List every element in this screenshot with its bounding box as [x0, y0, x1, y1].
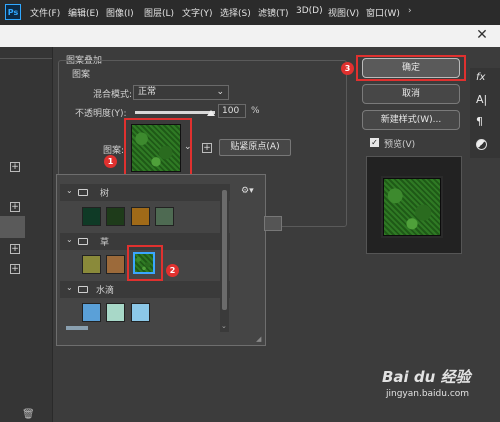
opacity-input[interactable]: 100 — [218, 104, 246, 118]
add-style-icon[interactable]: + — [10, 264, 20, 274]
new-style-button[interactable]: 新建样式(W)... — [362, 110, 460, 130]
popup-side-button[interactable] — [264, 216, 282, 231]
chevron-down-icon: ⌄ — [66, 186, 73, 195]
settings-gear-icon[interactable]: ⚙▾ — [241, 186, 254, 196]
menu-file[interactable]: 文件(F) — [30, 6, 60, 19]
pattern-thumbnail[interactable] — [106, 255, 125, 274]
pattern-thumbnail[interactable] — [82, 303, 101, 322]
scroll-down-icon[interactable]: ⌄ — [221, 322, 227, 330]
step-badge-3: 3 — [341, 62, 354, 75]
pattern-thumbnail[interactable] — [82, 207, 101, 226]
menu-edit[interactable]: 编辑(E) — [68, 6, 99, 19]
group-title: 图案 — [72, 70, 91, 80]
menu-select[interactable]: 选择(S) — [220, 6, 251, 19]
pattern-thumbnail-selected[interactable] — [133, 252, 155, 274]
opacity-slider-handle[interactable] — [207, 110, 215, 116]
blend-mode-select[interactable]: 正常 ⌄ — [133, 85, 229, 100]
fx-icon[interactable]: fx — [476, 72, 485, 83]
pattern-thumbnail[interactable] — [82, 255, 101, 274]
chevron-down-icon: ⌄ — [66, 235, 73, 244]
menu-image[interactable]: 图像(I) — [106, 6, 134, 19]
add-style-icon[interactable]: + — [10, 244, 20, 254]
close-icon[interactable]: ✕ — [474, 27, 490, 43]
photoshop-logo: Ps — [5, 4, 21, 20]
pattern-group-name: 树 — [100, 189, 110, 199]
opacity-label: 不透明度(Y): — [75, 109, 127, 119]
new-preset-icon[interactable]: + — [202, 143, 212, 153]
preview-swatch — [383, 178, 441, 236]
resize-grip-icon[interactable]: ◢ — [256, 335, 261, 343]
pattern-group-name: 草 — [100, 238, 110, 248]
menu-3d[interactable]: 3D(D) — [296, 6, 323, 16]
pattern-swatch[interactable] — [131, 124, 181, 172]
trash-icon[interactable]: 🗑 — [22, 409, 35, 420]
preview-checkbox[interactable]: ✓ — [370, 138, 379, 147]
menu-overflow-chevron-icon[interactable]: › — [408, 6, 412, 16]
pattern-thumbnail-partial[interactable] — [66, 326, 88, 330]
preview-label: 预览(V) — [384, 140, 416, 150]
opacity-slider-track[interactable] — [135, 111, 215, 114]
blend-mode-value: 正常 — [138, 87, 157, 97]
cancel-button[interactable]: 取消 — [362, 84, 460, 104]
adjustments-icon[interactable] — [476, 139, 487, 150]
step-badge-1: 1 — [104, 155, 117, 168]
selected-style-item[interactable] — [0, 216, 25, 238]
pattern-thumbnail[interactable] — [131, 207, 150, 226]
pattern-thumbnail[interactable] — [106, 303, 125, 322]
blend-mode-label: 混合模式: — [93, 90, 133, 100]
menu-window[interactable]: 窗口(W) — [366, 6, 400, 19]
ok-button[interactable]: 确定 — [362, 58, 460, 78]
chevron-down-icon: ⌄ — [66, 283, 73, 292]
menu-layer[interactable]: 图层(L) — [144, 6, 174, 19]
opacity-unit: % — [251, 106, 260, 116]
menu-filter[interactable]: 滤镜(T) — [258, 6, 289, 19]
watermark: Bai du 经验 jingyan.baidu.com — [382, 366, 471, 399]
watermark-brand: Bai du 经验 — [382, 368, 471, 386]
pattern-thumbnail[interactable] — [155, 207, 174, 226]
pattern-group-name: 水滴 — [96, 286, 115, 296]
character-icon[interactable]: A| — [476, 93, 487, 106]
folder-icon — [78, 238, 88, 245]
pattern-thumbnail[interactable] — [106, 207, 125, 226]
watermark-url: jingyan.baidu.com — [386, 389, 470, 399]
scrollbar-thumb[interactable] — [222, 190, 227, 310]
step-badge-2: 2 — [166, 264, 179, 277]
menu-type[interactable]: 文字(Y) — [182, 6, 213, 19]
pattern-thumbnail[interactable] — [131, 303, 150, 322]
opacity-slider-fill — [135, 111, 215, 114]
divider — [0, 58, 52, 59]
dialog-title-bar — [0, 25, 500, 47]
add-style-icon[interactable]: + — [10, 202, 20, 212]
paragraph-icon[interactable]: ¶ — [476, 115, 483, 128]
folder-icon — [78, 189, 88, 196]
menu-view[interactable]: 视图(V) — [328, 6, 359, 19]
folder-icon — [78, 286, 88, 293]
snap-to-origin-button[interactable]: 贴紧原点(A) — [219, 139, 291, 156]
add-style-icon[interactable]: + — [10, 162, 20, 172]
pattern-label: 图案: — [103, 146, 125, 156]
pattern-dropdown-chevron-icon[interactable]: ⌄ — [184, 142, 192, 152]
chevron-down-icon: ⌄ — [216, 87, 224, 97]
